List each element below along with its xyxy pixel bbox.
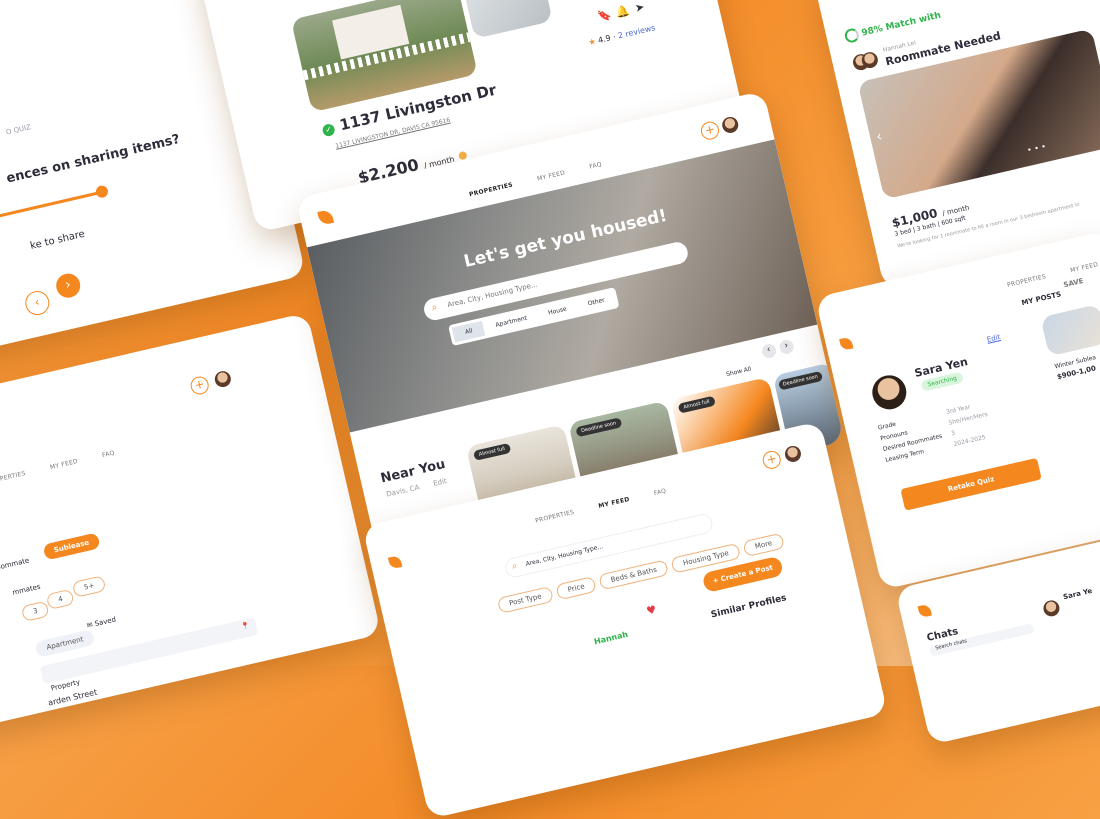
- nav-properties[interactable]: PROPERTIES: [1007, 273, 1047, 289]
- quiz-label: O QUIZ: [5, 123, 31, 136]
- logo-leaf-icon: [388, 555, 402, 569]
- search-icon: ⌕: [511, 561, 518, 572]
- location-input[interactable]: Property 📍: [40, 617, 258, 684]
- chat-avatar: [1042, 599, 1061, 618]
- header-avatar[interactable]: [783, 444, 802, 463]
- my-posts-tab[interactable]: MY POSTS: [1021, 290, 1062, 307]
- listing-photo-2: [461, 0, 552, 39]
- match-percent: 98% Match with: [843, 8, 942, 44]
- bookmark-icon[interactable]: 🔖: [597, 8, 613, 24]
- logo-leaf-icon: [317, 209, 334, 226]
- carousel-prev-button[interactable]: ‹: [761, 343, 778, 360]
- post-filter-card: + PROPERTIES MY FEED FAQ oommate Subleas…: [0, 312, 381, 737]
- logo-leaf-icon: [918, 604, 932, 618]
- sublease-chip[interactable]: Sublease: [43, 532, 101, 560]
- filter-beds-baths[interactable]: Beds & Baths: [598, 559, 669, 590]
- header-plus-button[interactable]: +: [699, 120, 721, 142]
- roommates-label: mmates: [12, 583, 42, 597]
- filter-all[interactable]: All: [452, 321, 486, 343]
- verified-icon: ✓: [321, 123, 335, 137]
- nav-bar: PROPERTIES MY FEED: [995, 249, 1100, 293]
- carousel-next-button[interactable]: ›: [778, 339, 795, 356]
- profile-card: PROPERTIES MY FEED Sara Yen Searching Ed…: [815, 230, 1100, 590]
- nav-my-feed[interactable]: MY FEED: [537, 169, 566, 182]
- carousel-prev-icon[interactable]: ‹: [875, 129, 884, 146]
- quiz-next-button[interactable]: ›: [54, 271, 83, 300]
- heart-icon[interactable]: ♥: [645, 603, 658, 618]
- post-thumb[interactable]: [1040, 304, 1100, 356]
- header-avatar[interactable]: [721, 115, 740, 134]
- roommate-label: oommate: [0, 556, 30, 571]
- edit-location-link[interactable]: Edit: [432, 477, 447, 488]
- logo: [317, 207, 346, 236]
- count-4[interactable]: 4: [46, 589, 75, 611]
- count-5plus[interactable]: 5+: [72, 575, 107, 598]
- nav-properties[interactable]: PROPERTIES: [469, 181, 514, 198]
- poster-avatars: [851, 51, 878, 72]
- show-all-link[interactable]: Show All: [726, 366, 752, 379]
- quiz-prev-button[interactable]: ‹: [23, 289, 52, 318]
- location-label: Davis, CA: [386, 483, 420, 498]
- apartment-chip[interactable]: Apartment: [34, 629, 96, 658]
- nav-bar: PROPERTIES MY FEED FAQ: [523, 476, 678, 529]
- nav-my-feed[interactable]: MY FEED: [49, 458, 78, 471]
- quiz-slider-thumb[interactable]: [95, 184, 109, 198]
- filter-post-type[interactable]: Post Type: [497, 586, 554, 614]
- nav-bar: PROPERTIES MY FEED FAQ: [0, 437, 126, 489]
- quiz-question: ences on sharing items?: [5, 132, 181, 187]
- tag-badge: Deadline soon: [575, 417, 622, 437]
- nav-properties[interactable]: PROPERTIES: [0, 470, 26, 486]
- nav-faq[interactable]: FAQ: [102, 449, 116, 459]
- tag-badge: Almost full: [473, 443, 511, 461]
- bell-icon[interactable]: 🔔: [614, 4, 630, 20]
- filter-other[interactable]: Other: [577, 291, 616, 314]
- search-placeholder: Area, City, Housing Type...: [447, 281, 539, 310]
- filter-house[interactable]: House: [537, 299, 578, 322]
- similar-profiles-title: Similar Profiles: [710, 593, 787, 620]
- pin-icon: 📍: [241, 621, 251, 631]
- nav-properties[interactable]: PROPERTIES: [535, 509, 575, 525]
- edit-profile-link[interactable]: Edit: [986, 333, 1001, 344]
- share-icon[interactable]: ➤: [634, 0, 646, 15]
- match-ring-icon: [843, 27, 860, 44]
- carousel-dots: • • •: [1026, 142, 1047, 155]
- nav-my-feed[interactable]: MY FEED: [598, 496, 631, 510]
- nav-faq[interactable]: FAQ: [653, 488, 667, 498]
- saved-chip[interactable]: ✉ Saved: [86, 615, 117, 629]
- nav-faq[interactable]: FAQ: [589, 161, 603, 171]
- filter-apartment[interactable]: Apartment: [484, 309, 538, 335]
- header-avatar[interactable]: [213, 370, 232, 389]
- nav-my-feed[interactable]: MY FEED: [1070, 261, 1099, 274]
- quiz-answer-hint: ke to share: [29, 229, 86, 252]
- chat-name: Sara Ye: [1062, 587, 1093, 601]
- match-price-unit: / month: [942, 204, 970, 218]
- search-placeholder: Area, City, Housing Type...: [525, 543, 604, 568]
- logo-leaf-icon: [839, 337, 853, 351]
- saved-tab[interactable]: SAVE: [1063, 277, 1084, 289]
- search-icon: ⌕: [431, 302, 439, 314]
- rating-value: 4.9: [597, 33, 611, 45]
- quiz-slider[interactable]: [0, 191, 102, 221]
- header-plus-button[interactable]: +: [189, 375, 211, 397]
- property-label: Property: [50, 678, 81, 692]
- profile-avatar: [869, 372, 910, 413]
- saved-icon: ✉: [86, 621, 94, 630]
- tag-badge: Almost full: [678, 396, 716, 414]
- tag-badge: Deadline soon: [778, 371, 823, 391]
- header-plus-button[interactable]: +: [761, 449, 783, 471]
- star-icon: ★: [588, 37, 597, 47]
- count-3[interactable]: 3: [21, 600, 50, 622]
- retake-quiz-button[interactable]: Retake Quiz: [900, 458, 1041, 511]
- reviews-link[interactable]: 2 reviews: [617, 23, 656, 40]
- name-snippet: Hannah: [593, 630, 629, 647]
- rating: ★ 4.9 · 2 reviews: [588, 23, 657, 47]
- filter-price[interactable]: Price: [555, 576, 597, 600]
- filter-more[interactable]: More: [743, 533, 785, 557]
